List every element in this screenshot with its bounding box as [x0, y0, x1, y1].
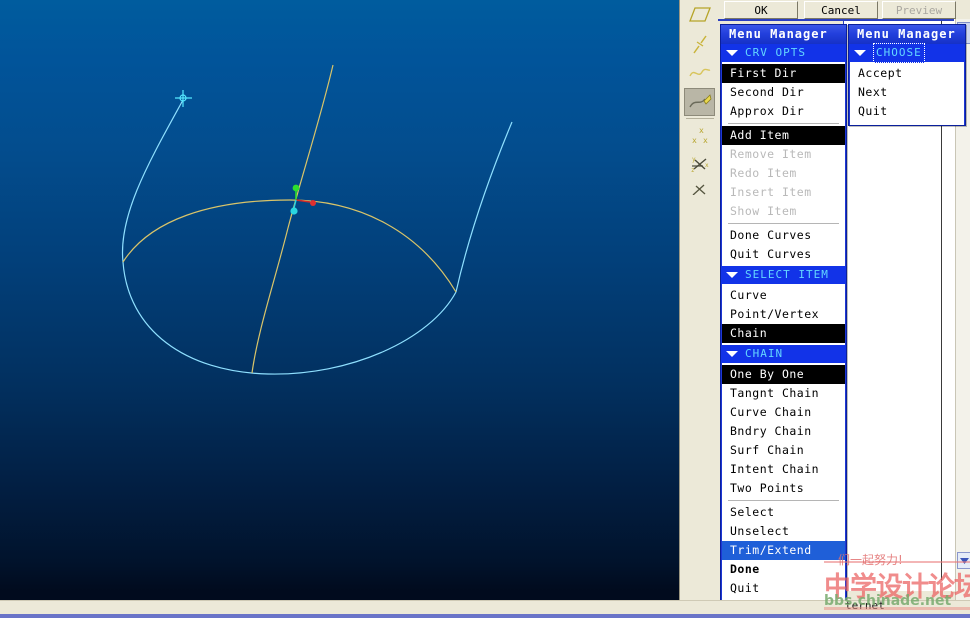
menu-section-label: SELECT ITEM — [745, 268, 829, 281]
menu-item-show-item: Show Item — [730, 204, 797, 218]
svg-text:y: y — [692, 156, 696, 163]
axis-x-handle[interactable] — [310, 200, 316, 206]
menu-item-list-select-item: Curve Point/Vertex Chain — [721, 284, 846, 345]
menu-item-chain[interactable]: Chain — [722, 324, 845, 343]
menu-item-add-item[interactable]: Add Item — [722, 126, 845, 145]
endpoint-crosshair-icon — [175, 90, 192, 107]
chevron-down-icon — [726, 272, 738, 278]
menu-divider — [728, 123, 839, 124]
menu-divider — [728, 223, 839, 224]
menu-item-one-by-one[interactable]: One By One — [722, 365, 845, 384]
svg-text:x: x — [692, 136, 697, 145]
cancel-button[interactable]: Cancel — [804, 1, 878, 19]
menu-item-list-choose: Accept Next Quit — [849, 62, 965, 125]
menu-item-bndry-chain[interactable]: Bndry Chain — [722, 422, 845, 441]
datum-point-icon[interactable]: x x x — [684, 121, 715, 149]
coordinate-system-icon[interactable]: y z x — [684, 150, 715, 178]
curve-cyan-lower-arc — [122, 261, 457, 375]
menu-item-next[interactable]: Next — [850, 83, 964, 102]
graphics-viewport[interactable] — [0, 0, 679, 591]
menu-divider — [728, 500, 839, 501]
ok-button[interactable]: OK — [724, 1, 798, 19]
menu-item-trim-extend[interactable]: Trim/Extend — [722, 541, 845, 560]
datum-plane-icon[interactable] — [684, 1, 715, 29]
menu-item-done-curves[interactable]: Done Curves — [722, 226, 845, 245]
menu-section-header-chain[interactable]: CHAIN — [721, 345, 846, 363]
menu-manager-body-2: CHOOSE Accept Next Quit — [849, 43, 965, 125]
chevron-down-icon — [854, 50, 866, 56]
menu-item-insert-item: Insert Item — [730, 185, 812, 199]
menu-item-list-crv-opts: First Dir Second Dir Approx Dir Add Item Rem… — [721, 62, 846, 266]
menu-section-header-choose[interactable]: CHOOSE — [849, 43, 965, 63]
curve-yellow-arc — [122, 199, 457, 293]
menu-manager-body: CRV OPTS First Dir Second Dir Approx Dir Add… — [721, 44, 846, 600]
menu-item-point-vertex[interactable]: Point/Vertex — [722, 305, 845, 324]
menu-item-curve-chain[interactable]: Curve Chain — [722, 403, 845, 422]
toolbar-divider — [685, 118, 714, 119]
status-bar — [0, 600, 970, 615]
scroll-down-arrow-icon[interactable] — [957, 552, 970, 569]
menu-item-surf-chain[interactable]: Surf Chain — [722, 441, 845, 460]
chevron-down-icon — [726, 351, 738, 357]
viewport-bottom-strip — [0, 591, 679, 600]
menu-section-label: CRV OPTS — [745, 46, 806, 59]
menu-item-quit[interactable]: Quit — [850, 102, 964, 121]
menu-item-remove-item: Remove Item — [730, 147, 812, 161]
menu-manager-secondary: Menu Manager CHOOSE Accept Next Quit — [848, 24, 966, 126]
menu-item-quit-curves[interactable]: Quit Curves — [722, 245, 845, 264]
menu-item-intent-chain[interactable]: Intent Chain — [722, 460, 845, 479]
dialog-button-bar: OK Cancel Preview — [718, 0, 956, 21]
menu-item-accept[interactable]: Accept — [850, 64, 964, 83]
bottom-accent-line — [0, 614, 970, 618]
menu-item-two-points[interactable]: Two Points — [722, 479, 845, 498]
menu-manager-title-2: Menu Manager — [849, 25, 965, 44]
svg-text:x: x — [703, 136, 708, 145]
menu-section-header-select-item[interactable]: SELECT ITEM — [721, 266, 846, 284]
menu-manager-primary: Menu Manager CRV OPTS First Dir Second Dir… — [720, 24, 847, 601]
status-bar-text: ternet — [845, 599, 885, 612]
menu-item-approx-dir[interactable]: Approx Dir — [722, 102, 845, 121]
svg-text:x: x — [705, 162, 709, 169]
menu-item-done[interactable]: Done — [722, 560, 845, 579]
toolbar-empty-area — [680, 195, 719, 600]
application-window: x x x y z x OK Cancel Preview Menu Manag… — [0, 0, 970, 618]
menu-item-list-chain: One By One Tangnt Chain Curve Chain Bndry C… — [721, 363, 846, 600]
menu-item-redo-item: Redo Item — [730, 166, 797, 180]
datum-axis-icon[interactable] — [684, 30, 715, 58]
menu-item-tangnt-chain[interactable]: Tangnt Chain — [722, 384, 845, 403]
preview-button: Preview — [882, 1, 956, 19]
chevron-down-icon — [726, 50, 738, 56]
menu-item-curve[interactable]: Curve — [722, 286, 845, 305]
viewport-geometry — [121, 64, 513, 375]
curve-cyan-left-leg — [121, 99, 184, 263]
menu-item-first-dir[interactable]: First Dir — [722, 64, 845, 83]
menu-section-label: CHOOSE — [873, 43, 925, 63]
menu-item-select[interactable]: Select — [722, 503, 845, 522]
svg-text:x: x — [699, 126, 704, 135]
menu-section-label: CHAIN — [745, 347, 784, 360]
axis-z-handle[interactable] — [290, 207, 298, 215]
menu-section-header-crv-opts[interactable]: CRV OPTS — [721, 44, 846, 62]
feature-toolbar[interactable]: x x x y z x — [679, 0, 719, 600]
axis-z-line — [293, 199, 297, 209]
curve-cyan-right-leg — [455, 121, 513, 293]
curve-yellow-vertical — [251, 64, 334, 374]
menu-item-second-dir[interactable]: Second Dir — [722, 83, 845, 102]
menu-item-quit[interactable]: Quit — [722, 579, 845, 598]
menu-manager-title: Menu Manager — [721, 25, 846, 44]
axis-y-handle[interactable] — [292, 184, 300, 192]
sketch-curve-icon[interactable] — [684, 88, 715, 116]
menu-item-unselect[interactable]: Unselect — [722, 522, 845, 541]
datum-curve-icon[interactable] — [684, 59, 715, 87]
